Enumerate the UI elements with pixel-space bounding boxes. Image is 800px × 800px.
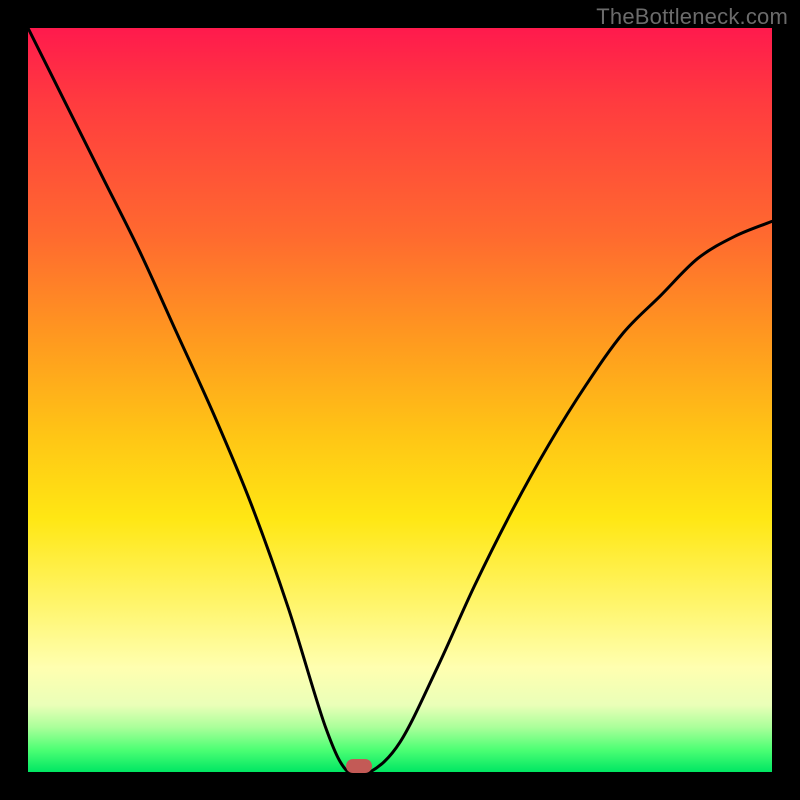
bottleneck-curve [28, 28, 772, 772]
chart-plot-area [28, 28, 772, 772]
optimal-point-marker [346, 759, 372, 773]
watermark-text: TheBottleneck.com [596, 4, 788, 30]
chart-frame: TheBottleneck.com [0, 0, 800, 800]
